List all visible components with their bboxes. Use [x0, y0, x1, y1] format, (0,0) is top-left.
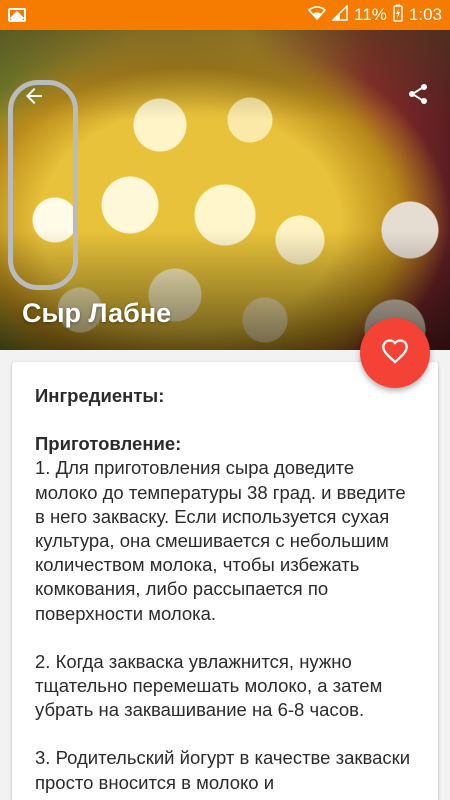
wifi-icon [308, 5, 327, 26]
back-button[interactable] [18, 82, 50, 114]
ingredients-heading: Ингредиенты: [35, 385, 165, 406]
share-button[interactable] [402, 80, 434, 112]
heart-outline-icon [381, 338, 409, 369]
battery-charging-icon [393, 4, 403, 27]
favorite-button[interactable] [360, 318, 430, 388]
preparation-step-2: 2. Когда закваска увлажнится, нужно тщат… [35, 650, 388, 721]
preparation-heading: Приготовление: [35, 433, 182, 455]
recipe-card: Ингредиенты: Приготовление: 1. Для приго… [12, 362, 438, 800]
preparation-step-3: 3. Родительский йогурт в качестве заквас… [35, 747, 416, 793]
gallery-notification-icon [8, 8, 26, 22]
status-bar: 11% 1:03 [0, 0, 450, 30]
preparation-step-1: 1. Для приготовления сыра доведите молок… [35, 457, 411, 624]
arrow-back-icon [22, 84, 46, 113]
recipe-title: Сыр Лабне [22, 298, 172, 328]
signal-icon [331, 3, 348, 26]
share-icon [406, 82, 430, 111]
clock: 1:03 [408, 5, 442, 24]
recipe-hero-image: Сыр Лабне [0, 30, 450, 350]
battery-percent: 11% [354, 5, 387, 24]
